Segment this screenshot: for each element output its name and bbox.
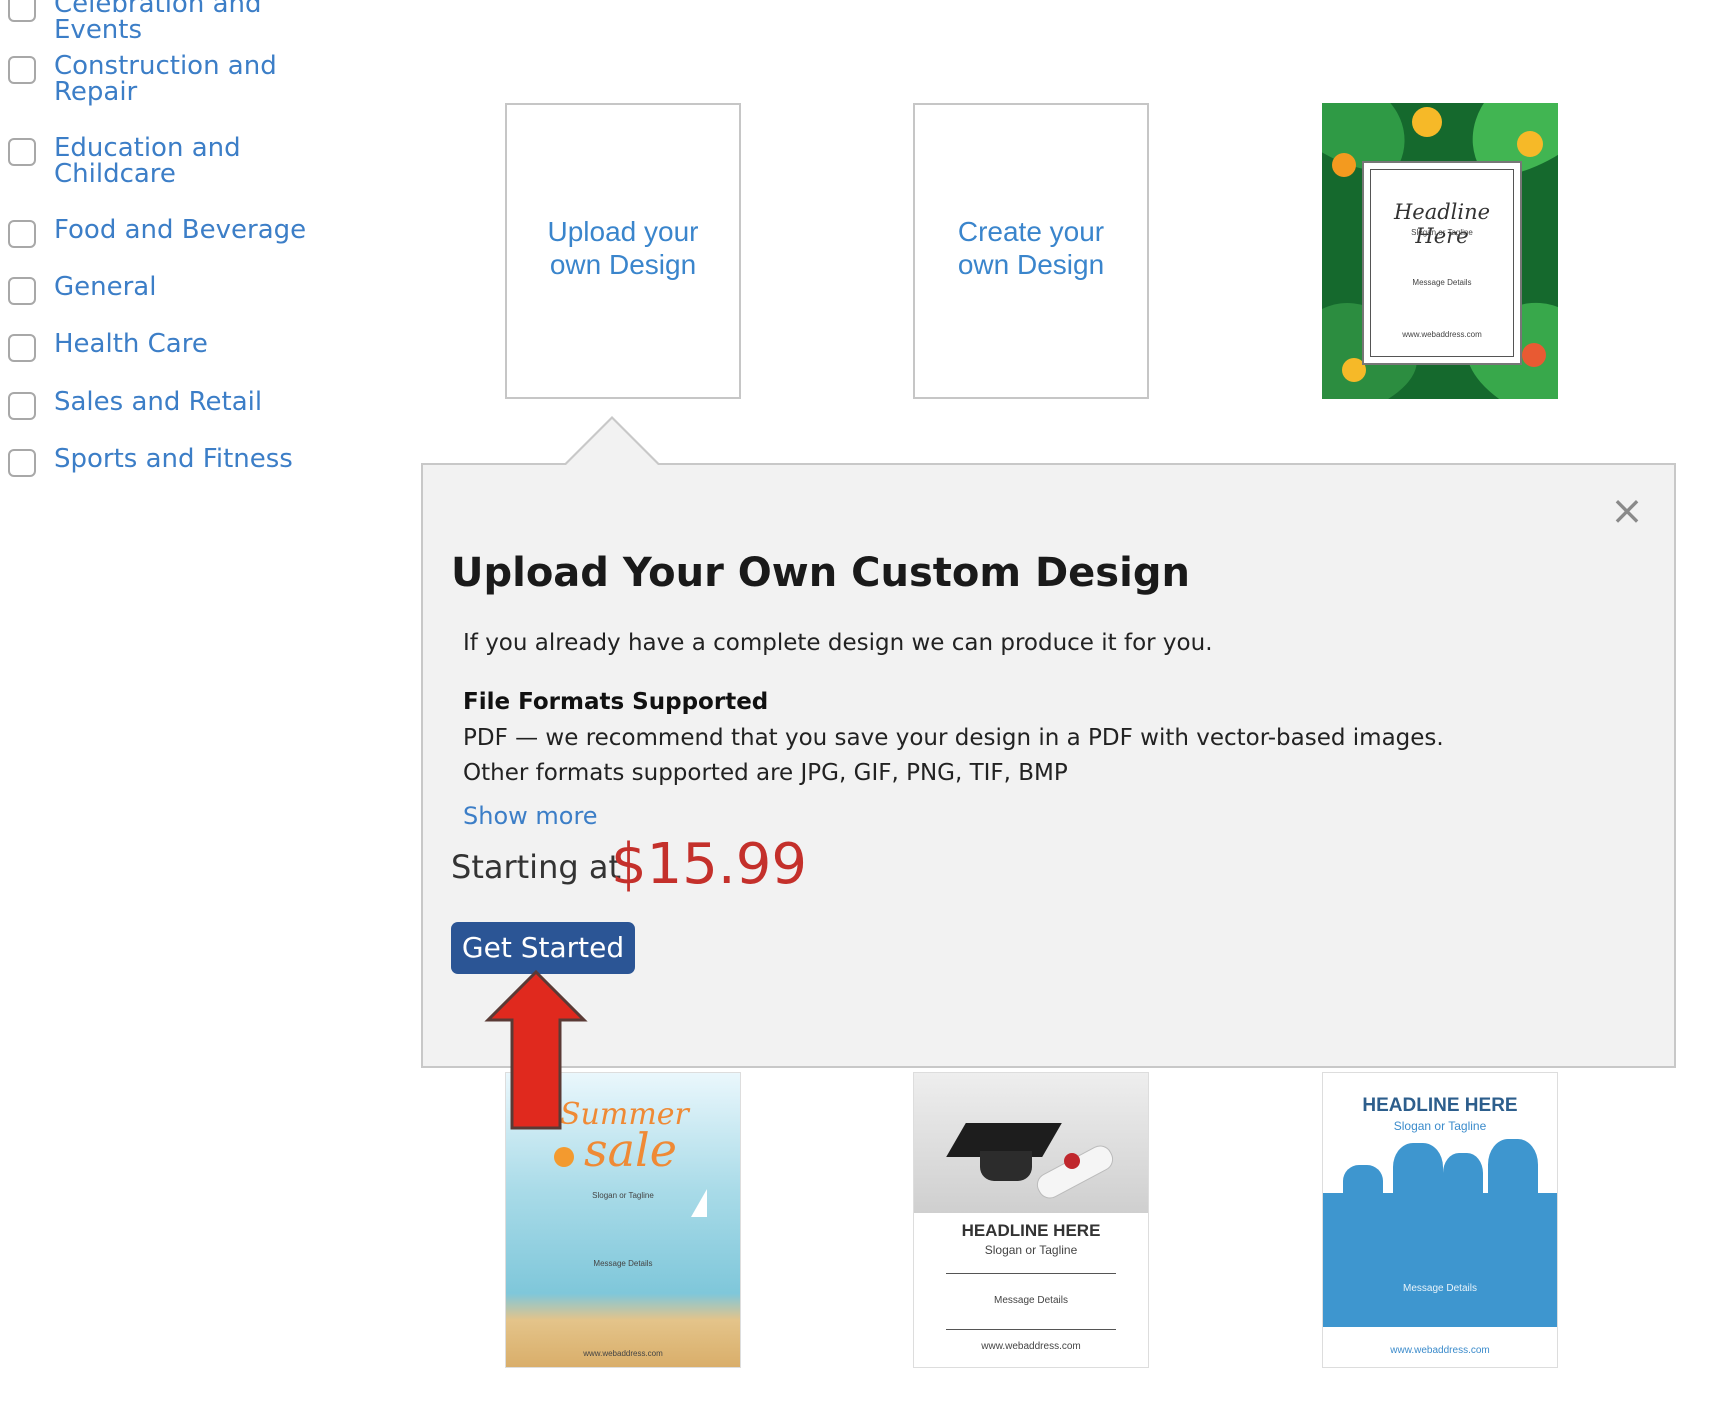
template-headline: HEADLINE HERE (961, 1221, 1101, 1240)
template-url: www.webaddress.com (981, 1341, 1081, 1352)
arrow-shape (484, 969, 588, 1130)
template-message: Message Details (994, 1295, 1068, 1306)
file-formats-pdf: PDF — we recommend that you save your de… (463, 725, 1444, 751)
crowd-silhouette (1323, 1193, 1557, 1327)
template-headline: Headline Here (1393, 200, 1491, 248)
category-label[interactable]: Sales and Retail (54, 389, 354, 415)
close-icon[interactable]: × (1610, 491, 1644, 531)
sun-decoration (554, 1147, 574, 1167)
flower-decoration (1522, 343, 1546, 367)
category-checkbox[interactable] (8, 138, 36, 166)
template-url: www.webaddress.com (1402, 330, 1482, 339)
category-checkbox[interactable] (8, 220, 36, 248)
divider (946, 1329, 1116, 1330)
template-tagline: Slogan or Tagline (1393, 1119, 1487, 1133)
template-url: www.webaddress.com (1390, 1345, 1490, 1356)
template-message: Message Details (593, 1259, 653, 1268)
graduation-cap-base (980, 1151, 1032, 1181)
template-message: Message Details (1412, 278, 1472, 287)
show-more-link[interactable]: Show more (463, 802, 598, 830)
category-checkbox[interactable] (8, 277, 36, 305)
category-label[interactable]: Sports and Fitness (54, 446, 354, 472)
get-started-button[interactable]: Get Started (451, 922, 635, 974)
template-tagline: Slogan or Tagline (1411, 228, 1473, 237)
flower-decoration (1332, 153, 1356, 177)
category-label[interactable]: Education and Childcare (54, 135, 354, 187)
template-url: www.webaddress.com (583, 1349, 663, 1358)
file-formats-heading: File Formats Supported (463, 689, 769, 715)
template-frame: Headline Here Slogan or Tagline Message … (1362, 161, 1522, 365)
template-tagline: Slogan or Tagline (984, 1243, 1078, 1257)
template-message: Message Details (1403, 1283, 1477, 1294)
create-design-tile[interactable]: Create your own Design (913, 103, 1149, 399)
category-label[interactable]: General (54, 274, 354, 300)
divider (946, 1273, 1116, 1274)
category-checkbox[interactable] (8, 0, 36, 22)
category-label[interactable]: Celebration and Events (54, 0, 354, 43)
flower-decoration (1517, 131, 1543, 157)
file-formats-other: Other formats supported are JPG, GIF, PN… (463, 760, 1068, 786)
category-checkbox[interactable] (8, 392, 36, 420)
category-checkbox[interactable] (8, 334, 36, 362)
category-checkbox[interactable] (8, 449, 36, 477)
template-inner-frame: Headline Here Slogan or Tagline Message … (1370, 169, 1514, 357)
red-arrow-annotation (484, 969, 588, 1130)
category-label[interactable]: Food and Beverage (54, 217, 354, 243)
starting-at-label: Starting at (451, 848, 621, 886)
popover-intro: If you already have a complete design we… (463, 630, 1213, 656)
price: $15.99 (611, 832, 807, 897)
upload-design-tile[interactable]: Upload your own Design (505, 103, 741, 399)
create-design-label: Create your own Design (957, 216, 1105, 280)
popover-title: Upload Your Own Custom Design (451, 550, 1190, 596)
category-filter-list: Celebration and Events Construction and … (0, 0, 360, 520)
headline-blue-template-tile[interactable]: HEADLINE HERE Slogan or Tagline Message … (1322, 1072, 1558, 1368)
ribbon-icon (1064, 1153, 1080, 1169)
graduation-template-tile[interactable]: HEADLINE HERE Slogan or Tagline Message … (913, 1072, 1149, 1368)
category-checkbox[interactable] (8, 56, 36, 84)
tropical-template-tile[interactable]: Headline Here Slogan or Tagline Message … (1322, 103, 1558, 399)
sailboat-decoration (691, 1189, 707, 1217)
template-headline: HEADLINE HERE (1362, 1095, 1518, 1116)
template-headline-sale: sale (584, 1123, 677, 1177)
category-label[interactable]: Health Care (54, 331, 354, 357)
flower-decoration (1412, 107, 1442, 137)
category-label[interactable]: Construction and Repair (54, 53, 354, 105)
upload-design-label: Upload your own Design (547, 216, 699, 280)
popover-pointer-fill (564, 419, 660, 467)
